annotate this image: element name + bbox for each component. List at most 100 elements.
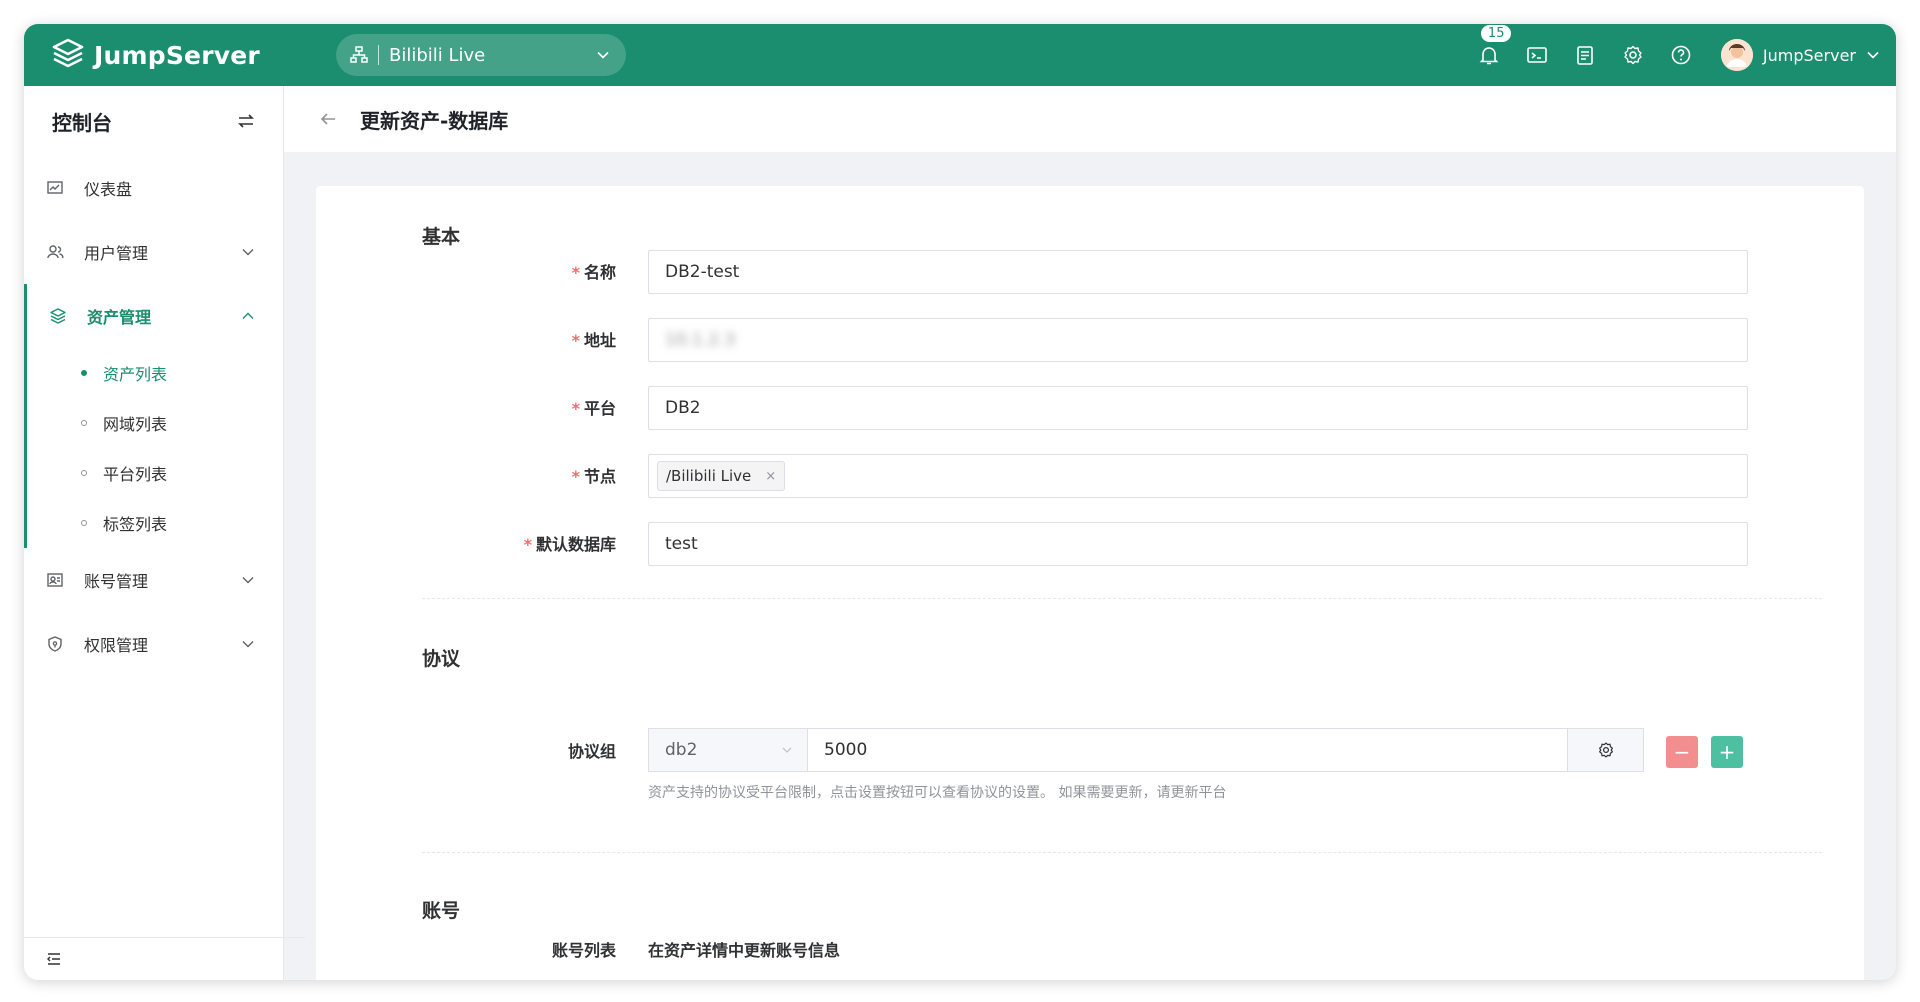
- chevron-down-icon: [242, 577, 254, 584]
- notification-badge: 15: [1479, 24, 1513, 43]
- sidebar-item-assets[interactable]: 资产管理: [27, 284, 283, 348]
- sidebar-subitem-platform-list[interactable]: 平台列表: [27, 448, 283, 498]
- user-menu[interactable]: JumpServer: [1720, 39, 1880, 71]
- protocol-group-label: 协议组: [567, 742, 616, 761]
- org-name: Bilibili Live: [389, 44, 486, 66]
- required-mark: *: [571, 263, 580, 282]
- sidebar-item-accounts[interactable]: 账号管理: [24, 548, 283, 612]
- address-label: * 地址: [571, 331, 616, 350]
- sidebar-subitem-label: 网域列表: [103, 415, 168, 434]
- sidebar-item-dashboard[interactable]: 仪表盘: [24, 156, 283, 220]
- jumpserver-logo-icon: [52, 38, 84, 68]
- default-db-label: * 默认数据库: [523, 535, 616, 554]
- settings-icon: [1624, 45, 1642, 65]
- chevron-up-icon: [242, 312, 254, 319]
- sidebar-subitem-domain-list[interactable]: 网域列表: [27, 398, 283, 448]
- name-label: * 名称: [571, 263, 616, 282]
- chevron-down-icon: [597, 51, 609, 59]
- remove-protocol-button[interactable]: −: [1666, 736, 1698, 768]
- required-mark: *: [523, 535, 532, 554]
- web-terminal-button[interactable]: [1526, 44, 1548, 66]
- sidebar-item-users[interactable]: 用户管理: [24, 220, 283, 284]
- users-icon: [47, 245, 64, 259]
- sidebar-subitem-asset-list[interactable]: 资产列表: [27, 348, 283, 398]
- asset-management-group: 资产管理 资产列表 网域列表 平台列表 标签列表: [24, 284, 283, 548]
- tickets-button[interactable]: [1574, 44, 1596, 66]
- bullet-dot: [81, 520, 87, 526]
- sidebar-collapse-button[interactable]: [24, 937, 305, 980]
- nodes-field[interactable]: /Bilibili Live ×: [648, 454, 1748, 498]
- help-icon: [1671, 45, 1691, 65]
- platform-field[interactable]: DB2: [648, 386, 1748, 430]
- chevron-down-icon: [1867, 51, 1879, 59]
- user-avatar-icon: [1720, 39, 1753, 71]
- dashboard-icon: [47, 181, 63, 194]
- section-title-basic: 基本: [422, 226, 461, 248]
- terminal-icon: [1527, 47, 1547, 63]
- org-selector[interactable]: Bilibili Live: [336, 34, 626, 76]
- platform-label: * 平台: [571, 399, 616, 418]
- shield-icon: [48, 636, 62, 652]
- account-icon: [47, 573, 63, 587]
- ticket-icon: [1577, 46, 1593, 65]
- protocol-settings-button[interactable]: [1568, 728, 1644, 772]
- bullet-dot: [81, 420, 87, 426]
- brand-name: JumpServer: [94, 40, 260, 70]
- gear-icon: [1598, 742, 1613, 758]
- protocol-port-input[interactable]: 5000: [808, 728, 1568, 772]
- bullet-dot: [81, 470, 87, 476]
- node-tag: /Bilibili Live ×: [657, 461, 786, 491]
- org-tree-icon: [350, 46, 368, 63]
- bell-icon: [1479, 47, 1499, 65]
- protocol-row: db2 5000: [648, 728, 1644, 772]
- chevron-down-icon: [242, 641, 254, 648]
- logo[interactable]: JumpServer: [50, 37, 282, 73]
- sidebar-item-label: 用户管理: [84, 244, 149, 263]
- sidebar-item-label: 账号管理: [84, 572, 149, 591]
- bullet-dot: [81, 370, 87, 376]
- page-header: 更新资产-数据库: [284, 86, 1896, 152]
- settings-button[interactable]: [1622, 44, 1644, 66]
- tag-remove-button[interactable]: ×: [765, 469, 776, 484]
- avatar: [1720, 39, 1753, 71]
- top-actions: 15 JumpServer: [1465, 24, 1880, 71]
- protocol-select[interactable]: db2: [648, 728, 808, 772]
- sidebar-subitem-label: 标签列表: [103, 515, 168, 534]
- collapse-menu-icon: [47, 953, 60, 965]
- nodes-label: * 节点: [571, 467, 616, 486]
- account-list-label: 账号列表: [551, 941, 616, 960]
- account-info-text: 在资产详情中更新账号信息: [648, 941, 841, 960]
- sidebar-item-label: 权限管理: [84, 636, 149, 655]
- chevron-down-icon: [782, 747, 792, 753]
- chevron-down-icon: [242, 249, 254, 256]
- section-divider: [422, 852, 1822, 853]
- required-mark: *: [571, 331, 580, 350]
- top-bar: JumpServer Bilibili Live 15 JumpServer: [24, 24, 1896, 86]
- page-title: 更新资产-数据库: [360, 108, 509, 133]
- section-title-protocol: 协议: [422, 648, 461, 670]
- user-name: JumpServer: [1762, 45, 1856, 65]
- org-separator: [378, 45, 379, 65]
- sidebar-header: 控制台: [24, 86, 283, 156]
- back-arrow-icon[interactable]: [318, 109, 338, 129]
- sidebar-item-label: 仪表盘: [84, 180, 133, 199]
- sidebar-item-label: 资产管理: [87, 308, 152, 327]
- notification-button[interactable]: 15: [1478, 24, 1513, 66]
- add-protocol-button[interactable]: +: [1711, 736, 1743, 768]
- sidebar: 控制台 仪表盘 用户管理 资产管理 资产列表 网域列表 平台列表 标签列表 账号…: [24, 86, 305, 980]
- form-card: 基本 * 名称 DB2-test * 地址 10.1.2.3 * 平台 DB2 * 节点…: [316, 186, 1864, 980]
- name-field[interactable]: DB2-test: [648, 250, 1748, 294]
- layers-icon: [50, 308, 66, 324]
- sidebar-title: 控制台: [52, 110, 112, 135]
- required-mark: *: [571, 399, 580, 418]
- switch-view-icon[interactable]: [237, 112, 255, 130]
- sidebar-subitem-label: 平台列表: [103, 465, 168, 484]
- default-db-field[interactable]: test: [648, 522, 1748, 566]
- help-button[interactable]: [1670, 44, 1692, 66]
- section-divider: [422, 598, 1822, 599]
- sidebar-subitem-label-list[interactable]: 标签列表: [27, 498, 283, 548]
- sidebar-item-permissions[interactable]: 权限管理: [24, 612, 283, 676]
- protocol-help-text: 资产支持的协议受平台限制，点击设置按钮可以查看协议的设置。 如果需要更新，请更新…: [648, 785, 1227, 801]
- section-title-account: 账号: [422, 900, 461, 922]
- address-field[interactable]: 10.1.2.3: [648, 318, 1748, 362]
